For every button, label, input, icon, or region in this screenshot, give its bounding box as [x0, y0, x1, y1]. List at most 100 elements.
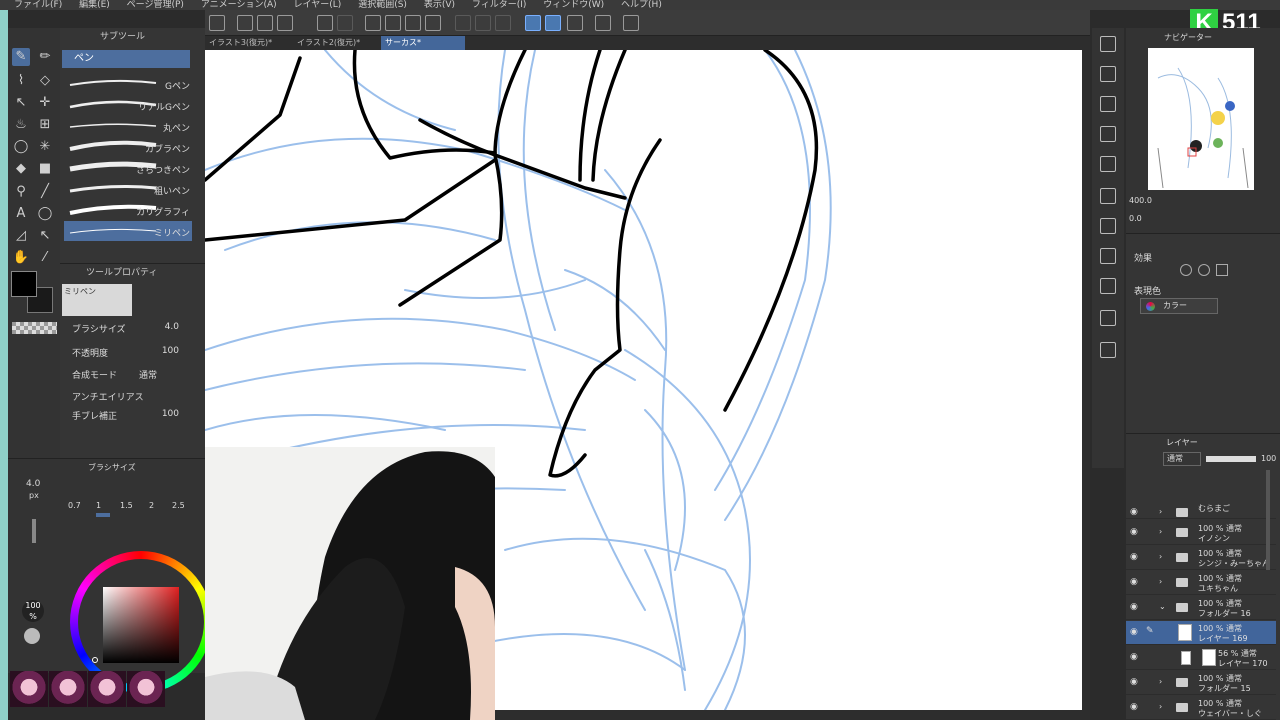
pattern-effect-icon[interactable] — [1216, 264, 1228, 276]
eye-icon[interactable]: ◉ — [1130, 552, 1138, 562]
tab-illust3[interactable]: イラスト3(復元)* — [205, 36, 290, 50]
undo-icon[interactable] — [317, 15, 333, 31]
menu-filter[interactable]: フィルター(I) — [472, 0, 527, 10]
tab-illust2[interactable]: イラスト2(復元)* — [293, 36, 378, 50]
brush-real-g-pen[interactable]: リアルGペン — [64, 95, 192, 115]
brush-size-preset[interactable]: 1 — [96, 501, 101, 510]
brush-round-pen[interactable]: 丸ペン — [64, 116, 192, 136]
item-bank-icon[interactable] — [1100, 342, 1116, 358]
magic-wand-tool-icon[interactable]: ✳ — [36, 138, 54, 156]
animation-icon[interactable] — [1100, 248, 1116, 264]
help-icon[interactable] — [623, 15, 639, 31]
menu-window[interactable]: ウィンドウ(W) — [543, 0, 604, 10]
auto-action-icon[interactable] — [1100, 310, 1116, 326]
brush-tool-icon[interactable]: ⌇ — [12, 72, 30, 90]
rotation-value[interactable]: 0.0 — [1129, 214, 1142, 223]
layer-opacity-value[interactable]: 100 — [1261, 454, 1276, 463]
clear-icon[interactable] — [365, 15, 381, 31]
subtool-category-pen[interactable]: ペン — [62, 50, 190, 68]
brush-size-preset[interactable]: 2 — [149, 501, 154, 510]
text-tool-icon[interactable]: A — [12, 205, 30, 223]
eye-icon[interactable]: ◉ — [1130, 652, 1138, 662]
eraser-tool-icon[interactable]: ◇ — [36, 72, 54, 90]
ruler-tool-icon[interactable]: ◿ — [12, 227, 30, 245]
stabilization-value[interactable]: 100 — [162, 409, 179, 419]
save-icon[interactable] — [277, 15, 293, 31]
gradient-tool-icon[interactable]: ■ — [36, 160, 54, 178]
tab-circus[interactable]: サーカス* — [381, 36, 465, 50]
opacity-row[interactable]: 不透明度 100 — [72, 346, 197, 359]
chevron-right-icon[interactable]: › — [1159, 677, 1162, 686]
fill-tool-icon[interactable]: ◆ — [12, 160, 30, 178]
balloon-tool-icon[interactable]: ◯ — [36, 205, 54, 223]
pen-tool-icon[interactable]: ✎ — [12, 48, 30, 66]
menu-layer[interactable]: レイヤー(L) — [294, 0, 342, 10]
marker-tool-icon[interactable]: ↖ — [12, 94, 30, 112]
menu-view[interactable]: 表示(V) — [424, 0, 455, 10]
layer-row[interactable]: ◉ › 100 % 通常 ウェイバー・しぐ — [1126, 696, 1276, 720]
navigator-icon[interactable] — [1100, 36, 1116, 52]
tone-effect-icon[interactable] — [1198, 264, 1210, 276]
eye-icon[interactable]: ◉ — [1130, 527, 1138, 537]
transform-icon[interactable] — [405, 15, 421, 31]
snap-ruler-icon[interactable] — [525, 15, 541, 31]
layer-row[interactable]: ◉ › 100 % 通常 シンジ・みーちゃん — [1126, 546, 1276, 570]
layer-row[interactable]: ◉ › 100 % 通常 ユキちゃん — [1126, 571, 1276, 595]
chevron-right-icon[interactable]: › — [1159, 577, 1162, 586]
menu-page[interactable]: ページ管理(P) — [127, 0, 184, 10]
eyedropper-tool-icon[interactable]: ⁄ — [36, 249, 54, 267]
object-tool-icon[interactable]: ↖ — [36, 227, 54, 245]
material-icon[interactable] — [1100, 96, 1116, 112]
brush-size-value[interactable]: 4.0 — [165, 322, 179, 332]
snap-grid-icon[interactable] — [567, 15, 583, 31]
menu-file[interactable]: ファイル(F) — [14, 0, 62, 10]
brush-calligraphy[interactable]: カリグラフィ — [64, 200, 192, 220]
eye-icon[interactable]: ◉ — [1130, 677, 1138, 687]
menu-selection[interactable]: 選択範囲(S) — [358, 0, 407, 10]
brush-size-preset[interactable]: 1.5 — [120, 501, 133, 510]
antialias-row[interactable]: アンチエイリアス — [72, 390, 197, 403]
lasso-tool-icon[interactable]: ◯ — [12, 138, 30, 156]
invert-selection-icon[interactable] — [475, 15, 491, 31]
figure-tool-icon[interactable]: ⚲ — [12, 183, 30, 201]
brush-milli-pen[interactable]: ミリペン — [64, 221, 192, 241]
eye-icon[interactable]: ◉ — [1130, 627, 1138, 637]
menu-edit[interactable]: 編集(E) — [79, 0, 110, 10]
border-effect-icon[interactable] — [1180, 264, 1192, 276]
canvas-vertical-scrollbar[interactable] — [1082, 50, 1090, 710]
layer-row[interactable]: ◉ › むらまご — [1126, 501, 1276, 519]
brush-kabura-pen[interactable]: カブラペン — [64, 137, 192, 157]
navigator-preview[interactable] — [1148, 48, 1254, 190]
menu-animation[interactable]: アニメーション(A) — [201, 0, 277, 10]
color-opacity-slider-handle[interactable] — [24, 628, 40, 644]
chevron-right-icon[interactable]: › — [1159, 552, 1162, 561]
chevron-right-icon[interactable]: › — [1159, 507, 1162, 516]
deselect-icon[interactable] — [455, 15, 471, 31]
brush-size-preset[interactable]: 0.7 — [68, 501, 81, 510]
layer-opacity-slider[interactable] — [1206, 456, 1256, 462]
brush-coarse-pen[interactable]: 粗いペン — [64, 179, 192, 199]
line-tool-icon[interactable]: ╱ — [36, 183, 54, 201]
close-panel-icon[interactable] — [1100, 156, 1116, 172]
chevron-right-icon[interactable]: › — [1159, 527, 1162, 536]
blend-mode-row[interactable]: 合成モード 通常 — [72, 368, 197, 381]
settings-icon[interactable] — [595, 15, 611, 31]
selection-border-icon[interactable] — [495, 15, 511, 31]
crop-icon[interactable] — [425, 15, 441, 31]
eye-icon[interactable]: ◉ — [1130, 507, 1138, 517]
main-color-swatch[interactable] — [11, 271, 37, 297]
redo-icon[interactable] — [337, 15, 353, 31]
color-opacity-badge[interactable]: 100 % — [22, 600, 44, 622]
open-file-icon[interactable] — [257, 15, 273, 31]
layer-property-icon[interactable] — [1100, 126, 1116, 142]
opacity-value[interactable]: 100 — [162, 346, 179, 356]
eye-icon[interactable]: ◉ — [1130, 602, 1138, 612]
chevron-right-icon[interactable]: › — [1159, 702, 1162, 711]
stabilization-row[interactable]: 手ブレ補正 100 — [72, 409, 197, 422]
layer-row[interactable]: ◉ › 100 % 通常 イノシン — [1126, 521, 1276, 545]
fill-icon[interactable] — [385, 15, 401, 31]
chevron-down-icon[interactable]: ⌄ — [1159, 602, 1166, 611]
new-file-icon[interactable] — [237, 15, 253, 31]
blend-tool-icon[interactable]: ♨ — [12, 116, 30, 134]
layer-row[interactable]: ◉ 56 % 通常 レイヤー 170 — [1126, 646, 1276, 670]
